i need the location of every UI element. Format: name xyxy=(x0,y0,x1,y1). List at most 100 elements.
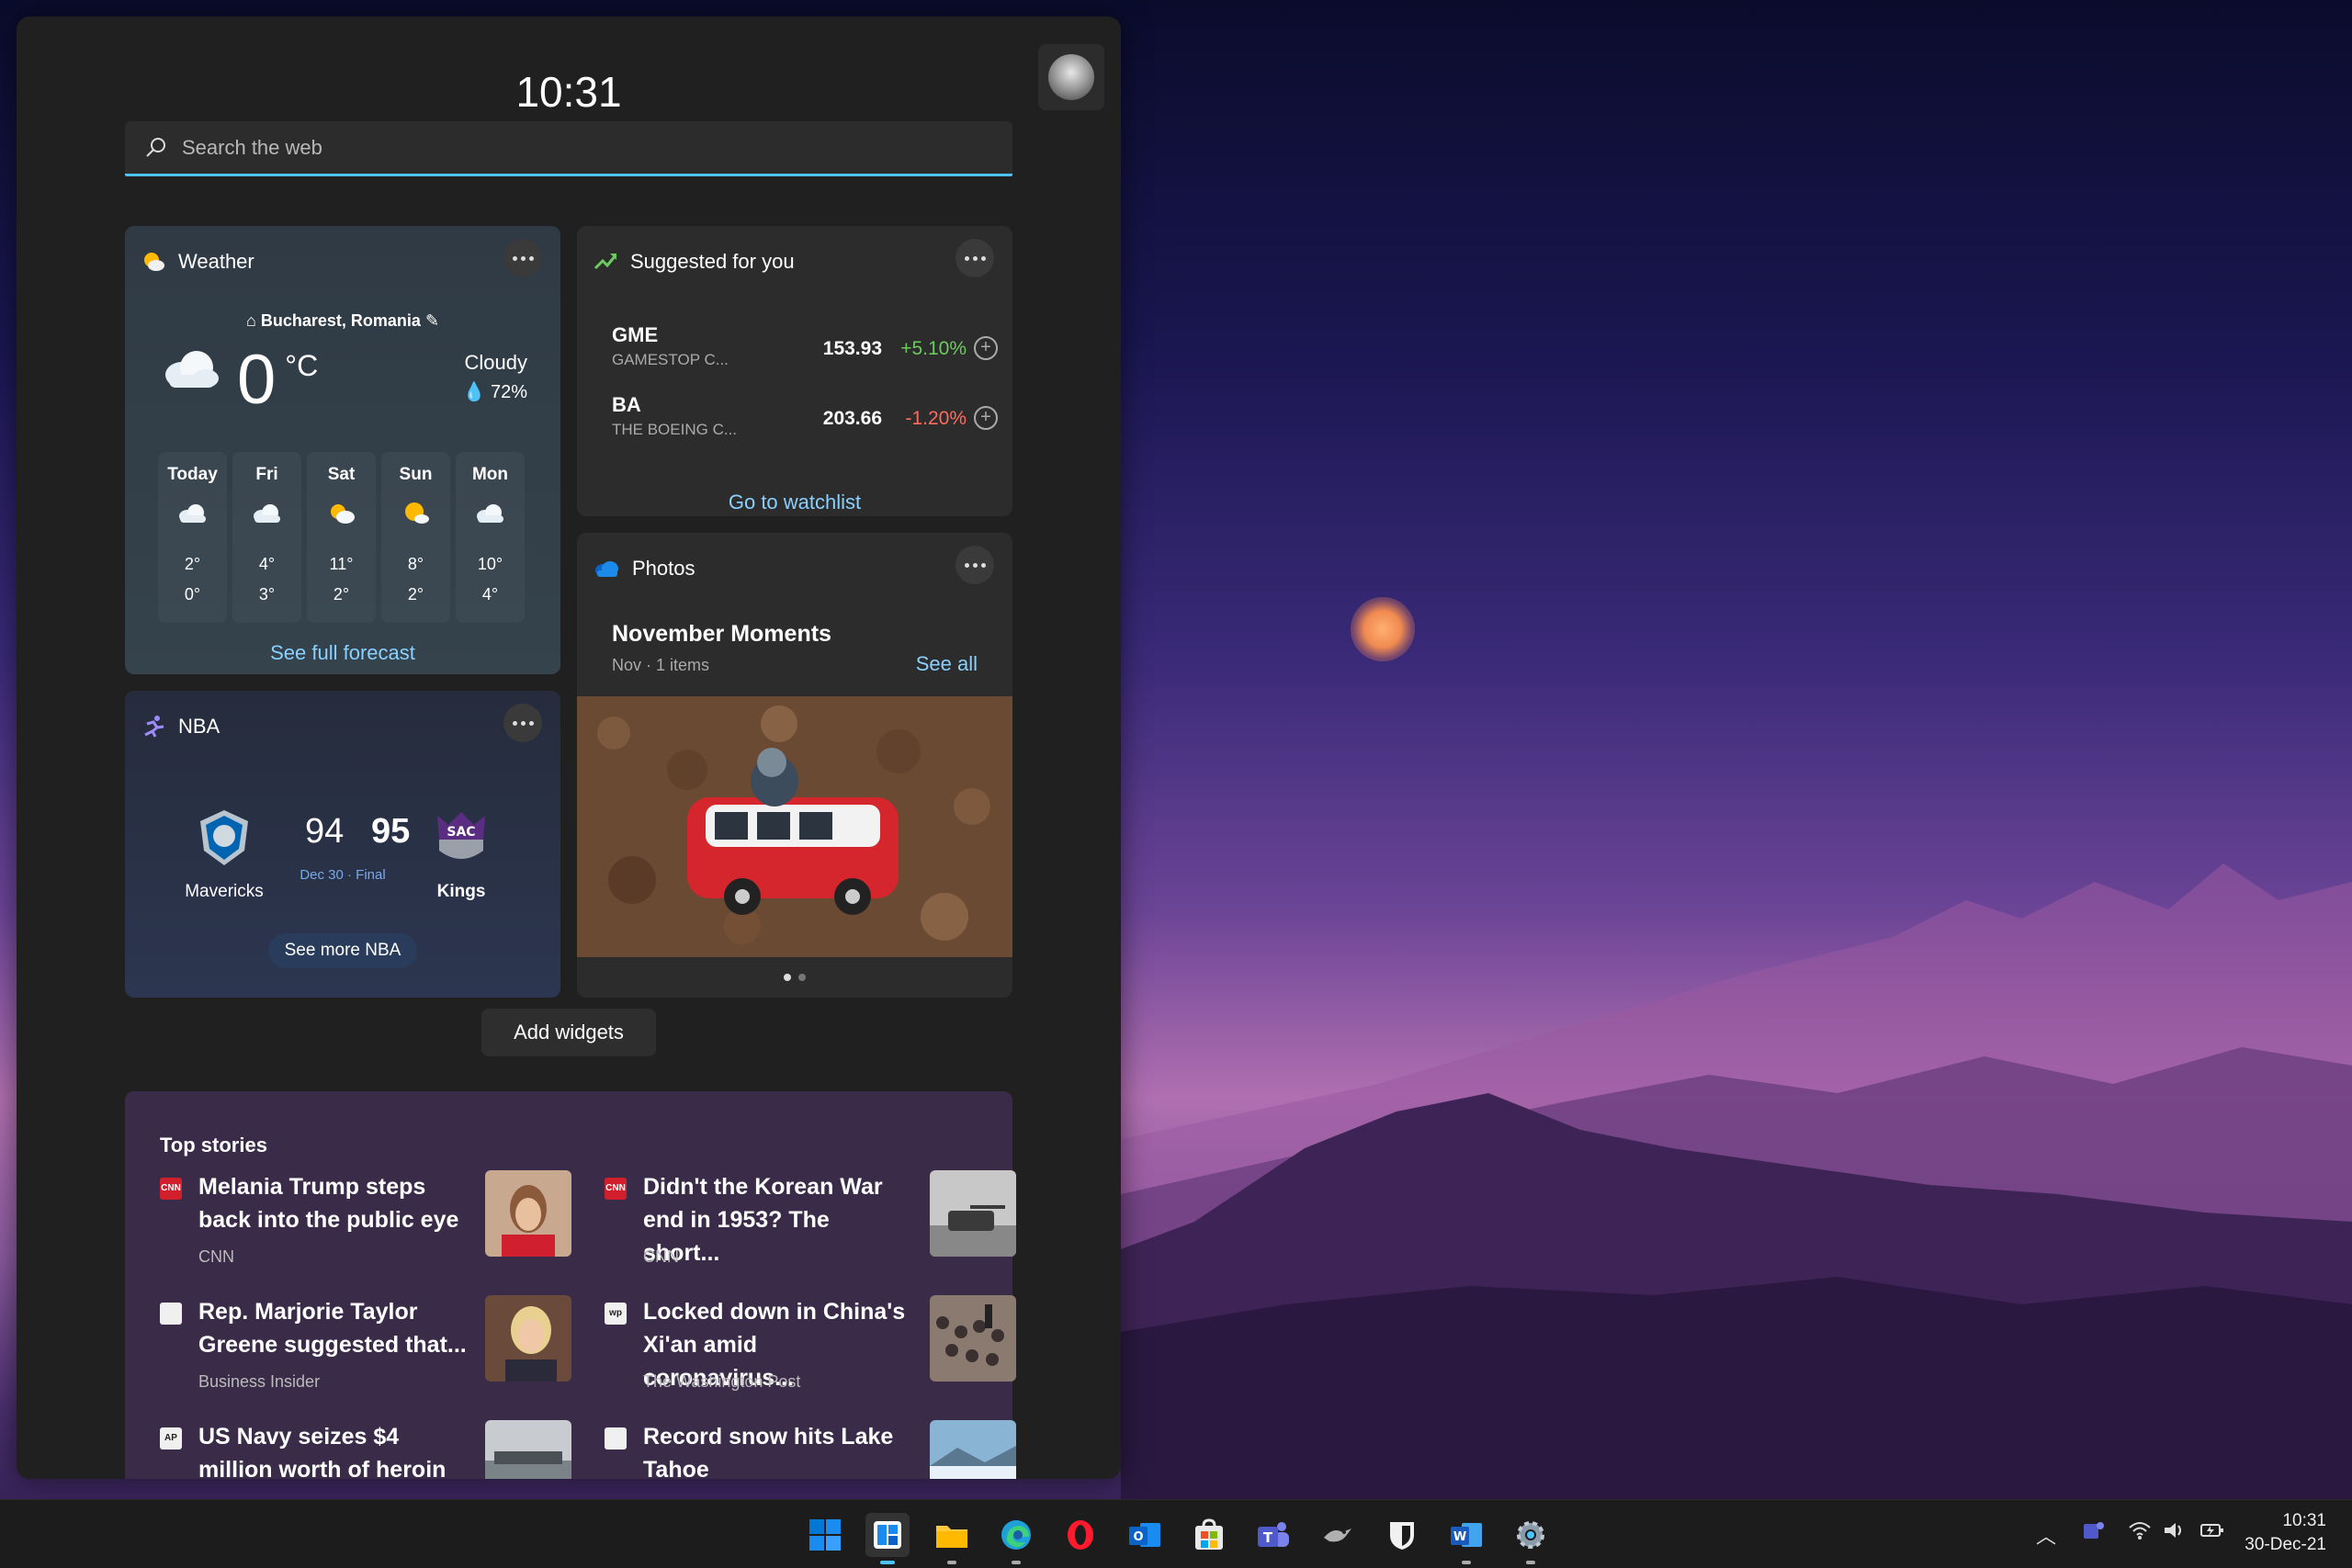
story-item[interactable]: AP US Navy seizes $4 million worth of he… xyxy=(160,1420,582,1479)
widgets-panel: 10:31 Weather ⌂ Bucharest, Romania ✎ 0 °… xyxy=(17,17,1121,1479)
story-thumbnail xyxy=(930,1295,1016,1382)
story-source: The Washington Post xyxy=(643,1372,801,1391)
see-full-forecast-link[interactable]: See full forecast xyxy=(125,641,560,665)
story-item[interactable]: CNN Didn't the Korean War end in 1953? T… xyxy=(605,1170,1027,1280)
settings-button[interactable] xyxy=(1509,1513,1553,1557)
forecast-day[interactable]: Sat 11° 2° xyxy=(307,452,376,623)
cnn-logo-icon: CNN xyxy=(605,1178,627,1200)
cloud-icon xyxy=(158,492,227,535)
weather-app-icon xyxy=(144,253,164,271)
nba-header: NBA xyxy=(141,715,220,739)
photo-pager[interactable] xyxy=(577,974,1012,981)
story-thumbnail xyxy=(930,1420,1016,1479)
widgets-taskbar-button[interactable] xyxy=(865,1513,910,1557)
location-label: Bucharest, Romania xyxy=(260,311,421,330)
stock-price: 153.93 xyxy=(822,338,882,359)
mavericks-logo-icon xyxy=(200,810,248,865)
nba-widget[interactable]: NBA Mavericks 94 95 Dec 30 · Final SAC K… xyxy=(125,691,560,998)
store-button[interactable] xyxy=(1187,1513,1231,1557)
news-source-logo-icon xyxy=(605,1427,627,1450)
current-temp: 0 °C xyxy=(160,345,318,415)
chevron-up-icon[interactable]: ︿ xyxy=(2036,1520,2056,1550)
forecast-day[interactable]: Sun 8° 2° xyxy=(381,452,450,623)
story-title: Record snow hits Lake Tahoe xyxy=(643,1424,894,1479)
opera-icon xyxy=(1068,1520,1093,1550)
story-item[interactable]: Rep. Marjorie Taylor Greene suggested th… xyxy=(160,1295,582,1405)
home-team[interactable]: Mavericks xyxy=(169,808,279,902)
ap-logo-icon: AP xyxy=(160,1427,182,1450)
home-icon: ⌂ xyxy=(245,311,256,330)
story-thumbnail xyxy=(485,1295,571,1382)
bitwarden-button[interactable] xyxy=(1380,1513,1424,1557)
svg-text:T: T xyxy=(1263,1529,1273,1546)
stocks-header: Suggested for you xyxy=(594,250,795,274)
story-source: CNN xyxy=(198,1247,234,1266)
forecast-day[interactable]: Fri 4° 3° xyxy=(232,452,301,623)
word-button[interactable]: W xyxy=(1444,1513,1488,1557)
weather-widget[interactable]: Weather ⌂ Bucharest, Romania ✎ 0 °C Clou… xyxy=(125,226,560,674)
photos-widget[interactable]: Photos November Moments Nov · 1 items Se… xyxy=(577,533,1012,998)
story-title: US Navy seizes $4 million worth of heroi… xyxy=(198,1424,447,1479)
see-all-link[interactable]: See all xyxy=(916,652,978,676)
search-box[interactable] xyxy=(125,121,1012,176)
taskbar-clock[interactable]: 10:31 30-Dec-21 xyxy=(2245,1509,2326,1557)
day-high: 10° xyxy=(477,555,503,573)
add-stock-button[interactable]: + xyxy=(974,336,998,360)
story-item[interactable]: wp Locked down in China's Xi'an amid cor… xyxy=(605,1295,1027,1405)
day-low: 4° xyxy=(481,585,499,604)
business-insider-logo-icon xyxy=(160,1303,182,1325)
cloud-icon xyxy=(165,351,219,388)
photos-title: Photos xyxy=(632,557,695,580)
see-more-nba-button[interactable]: See more NBA xyxy=(268,933,417,968)
stocks-more-button[interactable] xyxy=(956,239,994,277)
bird-app-icon xyxy=(1324,1529,1351,1542)
day-high: 4° xyxy=(258,555,276,573)
user-avatar[interactable] xyxy=(1038,44,1104,110)
battery-icon[interactable] xyxy=(2199,1520,2225,1546)
stock-row[interactable]: GME GAMESTOP C... 153.93 +5.10% + xyxy=(612,323,998,378)
stock-price: 203.66 xyxy=(822,408,882,429)
search-input[interactable] xyxy=(182,135,990,160)
add-stock-button[interactable]: + xyxy=(974,406,998,430)
away-team-name: Kings xyxy=(436,882,486,901)
temp-unit: °C xyxy=(285,349,319,382)
edge-button[interactable] xyxy=(994,1513,1038,1557)
stock-row[interactable]: BA THE BOEING C... 203.66 -1.20% + xyxy=(612,393,998,448)
teams-tray-icon[interactable] xyxy=(2082,1520,2106,1548)
day-low: 0° xyxy=(184,585,201,604)
day-high: 8° xyxy=(407,555,424,573)
forecast-day[interactable]: Today 2° 0° xyxy=(158,452,227,623)
day-high: 2° xyxy=(184,555,201,573)
story-item[interactable]: Record snow hits Lake Tahoe xyxy=(605,1420,1027,1479)
story-thumbnail xyxy=(930,1170,1016,1257)
edit-location-icon[interactable]: ✎ xyxy=(425,311,439,330)
app-button[interactable] xyxy=(1316,1513,1360,1557)
photos-more-button[interactable] xyxy=(956,546,994,584)
add-widgets-button[interactable]: Add widgets xyxy=(481,1009,656,1056)
away-team[interactable]: SAC Kings xyxy=(406,808,516,902)
widgets-icon xyxy=(874,1521,901,1549)
start-button[interactable] xyxy=(803,1513,847,1557)
weather-more-button[interactable] xyxy=(503,239,542,277)
teams-button[interactable]: T xyxy=(1251,1513,1295,1557)
taskbar-time: 10:31 xyxy=(2282,1511,2326,1530)
day-name: Today xyxy=(167,465,218,484)
volume-icon[interactable] xyxy=(2163,1520,2187,1546)
outlook-button[interactable]: O xyxy=(1123,1513,1167,1557)
go-to-watchlist-link[interactable]: Go to watchlist xyxy=(577,491,1012,514)
nba-more-button[interactable] xyxy=(503,704,542,742)
svg-text:SAC: SAC xyxy=(447,825,475,840)
forecast-day[interactable]: Mon 10° 4° xyxy=(456,452,525,623)
opera-button[interactable] xyxy=(1058,1513,1102,1557)
temp-value: 0 xyxy=(237,341,277,419)
photo-thumbnail[interactable] xyxy=(577,696,1012,957)
taskbar: O T W ︿ 10:31 30-Dec-21 xyxy=(0,1499,2352,1568)
file-explorer-button[interactable] xyxy=(930,1513,974,1557)
story-item[interactable]: CNN Melania Trump steps back into the pu… xyxy=(160,1170,582,1280)
weather-location[interactable]: ⌂ Bucharest, Romania ✎ xyxy=(125,311,560,331)
washington-post-logo-icon: wp xyxy=(605,1303,627,1325)
wifi-icon[interactable] xyxy=(2128,1520,2152,1546)
edge-icon xyxy=(1001,1520,1031,1550)
day-name: Mon xyxy=(471,465,509,484)
stocks-widget[interactable]: Suggested for you GME GAMESTOP C... 153.… xyxy=(577,226,1012,516)
